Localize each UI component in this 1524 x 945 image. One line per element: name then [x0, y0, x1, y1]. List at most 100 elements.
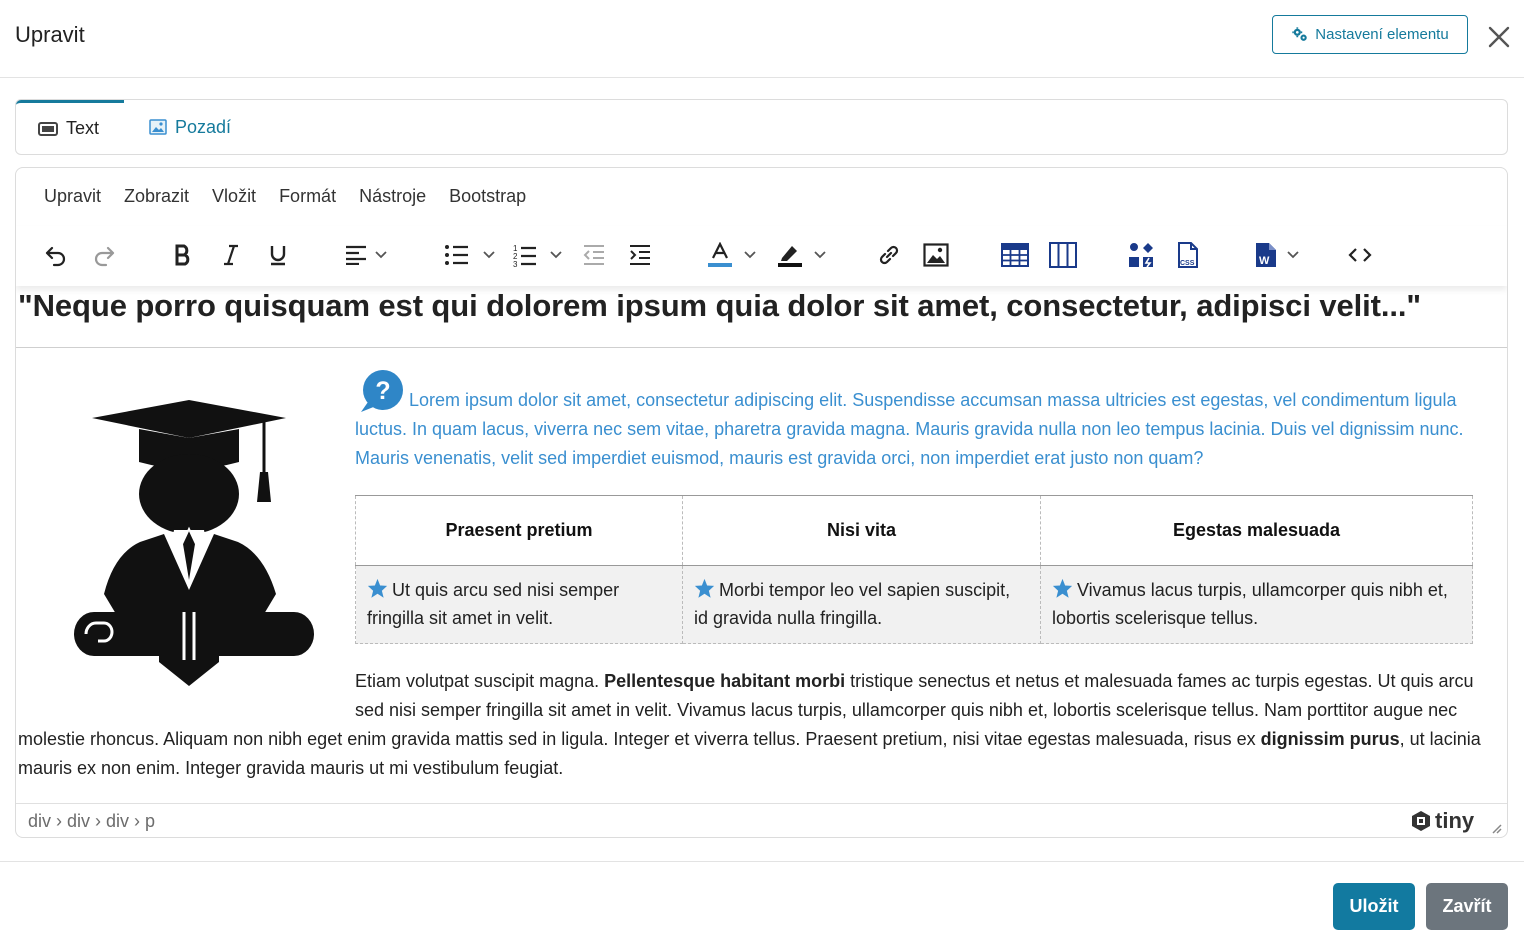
table-cell: Ut quis arcu sed nisi semper fringilla s…: [355, 565, 683, 644]
italic-button[interactable]: [215, 238, 247, 272]
table-cell: Morbi tempor leo vel sapien suscipit, id…: [682, 565, 1041, 644]
table-row: Ut quis arcu sed nisi semper fringilla s…: [355, 565, 1473, 644]
tiny-logo-icon: [1412, 811, 1430, 831]
star-icon: [1052, 578, 1073, 598]
editor-statusbar: div › div › div › p tiny: [16, 803, 1507, 837]
word-icon: W: [1256, 243, 1276, 267]
image-icon: [923, 243, 949, 267]
link-button[interactable]: [873, 238, 905, 272]
highlight-dropdown[interactable]: [772, 238, 832, 272]
body-bold-2: dignissim purus: [1260, 729, 1400, 749]
align-dropdown[interactable]: [340, 238, 392, 272]
word-dropdown[interactable]: W: [1249, 238, 1305, 272]
menu-insert[interactable]: Vložit: [201, 186, 268, 216]
menu-format[interactable]: Formát: [268, 186, 348, 216]
content-table: Praesent pretium Nisi vita Egestas males…: [355, 495, 1473, 644]
indent-icon: [630, 245, 650, 265]
source-code-button[interactable]: [1344, 238, 1376, 272]
table-icon: [1001, 243, 1029, 267]
tab-text-label: Text: [66, 118, 100, 138]
menu-bootstrap[interactable]: Bootstrap: [438, 186, 538, 216]
tiny-logo-text: tiny: [1435, 808, 1475, 833]
italic-icon: [224, 244, 238, 266]
menu-tools[interactable]: Nástroje: [348, 186, 438, 216]
columns-button[interactable]: [1045, 238, 1081, 272]
chevron-down-icon: [744, 251, 756, 259]
redo-icon: [94, 246, 115, 267]
numbered-list-dropdown[interactable]: 123: [508, 238, 568, 272]
table-header-cell: Nisi vita: [682, 495, 1041, 566]
body-paragraph: Etiam volutpat suscipit magna. Pellentes…: [18, 667, 1502, 783]
tab-background-label: Pozadí: [175, 116, 232, 137]
horizontal-rule: [16, 347, 1507, 348]
table-cell-text: Vivamus lacus turpis, ullamcorper quis n…: [1052, 580, 1448, 628]
columns-icon: [1049, 242, 1077, 268]
chevron-down-icon: [814, 251, 826, 259]
icons-button[interactable]: [1124, 238, 1158, 272]
underline-icon: [270, 246, 286, 266]
dialog-header: Upravit Nastavení elementu: [0, 0, 1524, 78]
element-settings-label: Nastavení elementu: [1315, 26, 1449, 43]
content-heading: "Neque porro quisquam est qui dolorem ip…: [18, 288, 1422, 323]
text-color-dropdown[interactable]: [702, 238, 762, 272]
editor-toolbar: 123 CSS W: [16, 226, 1507, 286]
table-cell: Vivamus lacus turpis, ullamcorper quis n…: [1040, 565, 1473, 644]
tab-text[interactable]: Text: [16, 100, 124, 154]
menu-edit[interactable]: Upravit: [16, 186, 113, 216]
outdent-button[interactable]: [578, 238, 610, 272]
svg-text:W: W: [1259, 255, 1270, 267]
editor-content[interactable]: "Neque porro quisquam est qui dolorem ip…: [16, 286, 1507, 803]
close-icon[interactable]: [1486, 24, 1512, 50]
tiny-logo[interactable]: tiny: [1410, 808, 1474, 834]
table-header-cell: Praesent pretium: [355, 495, 683, 566]
graduate-image: [74, 400, 314, 686]
svg-text:CSS: CSS: [1180, 260, 1195, 267]
editor-menubar: Upravit Zobrazit Vložit Formát Nástroje …: [16, 186, 538, 216]
resize-handle-icon[interactable]: [1490, 822, 1502, 834]
undo-button[interactable]: [40, 238, 72, 272]
bullet-list-dropdown[interactable]: [440, 238, 500, 272]
star-icon: [367, 578, 388, 598]
outdent-icon: [583, 245, 604, 265]
css-button[interactable]: CSS: [1171, 238, 1205, 272]
highlight-icon: [778, 246, 802, 267]
body-text-1: Etiam volutpat suscipit magna.: [355, 671, 605, 691]
redo-button[interactable]: [88, 238, 120, 272]
element-settings-button[interactable]: Nastavení elementu: [1272, 15, 1468, 54]
close-button[interactable]: Zavřít: [1426, 883, 1508, 930]
rich-text-editor: Upravit Zobrazit Vložit Formát Nástroje …: [15, 167, 1508, 838]
editor-tabs: Text Pozadí: [15, 99, 1508, 155]
svg-text:3: 3: [513, 260, 518, 267]
chevron-down-icon: [375, 251, 387, 259]
star-icon: [694, 578, 715, 598]
css-icon: CSS: [1178, 242, 1198, 268]
underline-button[interactable]: [262, 238, 294, 272]
align-left-icon: [346, 245, 366, 265]
text-color-icon: [708, 242, 732, 267]
image-icon: [149, 119, 167, 135]
indent-button[interactable]: [624, 238, 656, 272]
table-header-cell: Egestas malesuada: [1040, 495, 1473, 566]
image-button[interactable]: [919, 238, 953, 272]
code-icon: [1348, 248, 1372, 262]
body-bold-1: Pellentesque habitant morbi: [604, 671, 846, 691]
link-icon: [879, 245, 899, 265]
tab-background[interactable]: Pozadí: [146, 100, 231, 154]
table-cell-text: Morbi tempor leo vel sapien suscipit, id…: [694, 580, 1011, 628]
icons-icon: [1129, 243, 1153, 268]
table-header-row: Praesent pretium Nisi vita Egestas males…: [355, 495, 1473, 566]
chevron-down-icon: [483, 251, 495, 259]
save-button[interactable]: Uložit: [1333, 883, 1415, 930]
chevron-down-icon: [550, 251, 562, 259]
numbered-list-icon: 123: [513, 244, 536, 267]
lead-text: Lorem ipsum dolor sit amet, consectetur …: [355, 390, 1464, 468]
table-cell-text: Ut quis arcu sed nisi semper fringilla s…: [367, 580, 620, 628]
bold-icon: [175, 244, 190, 266]
chevron-down-icon: [1287, 251, 1299, 259]
bold-button[interactable]: [167, 238, 199, 272]
table-button[interactable]: [997, 238, 1033, 272]
element-path[interactable]: div › div › div › p: [28, 811, 155, 832]
menu-view[interactable]: Zobrazit: [113, 186, 201, 216]
text-box-icon: [38, 121, 58, 136]
lead-paragraph: Lorem ipsum dolor sit amet, consectetur …: [355, 386, 1480, 473]
